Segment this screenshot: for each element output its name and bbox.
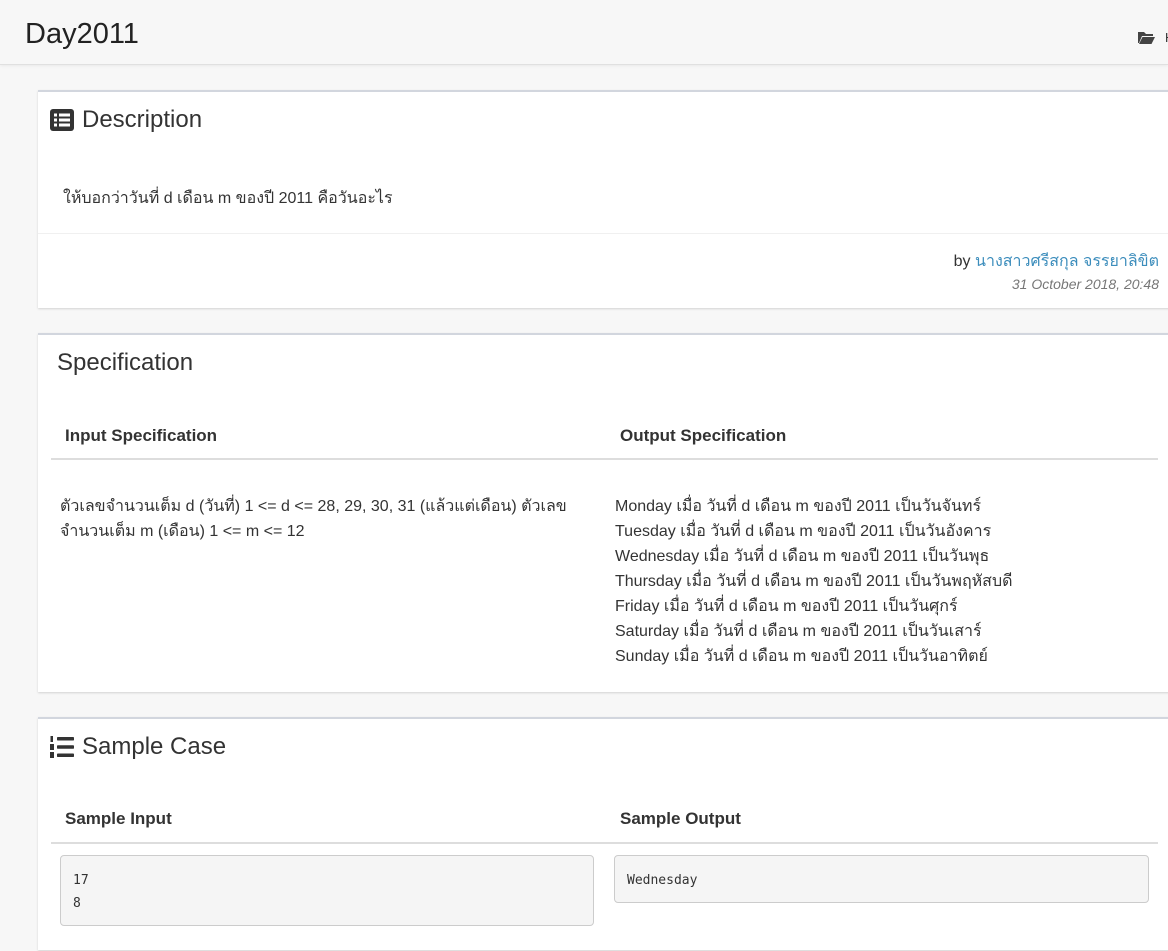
description-heading: Description	[50, 106, 202, 134]
output-spec-line: Tuesday เมื่อ วันที่ d เดือน m ของปี 201…	[615, 523, 992, 540]
specification-title: Specification	[57, 349, 194, 376]
sample-output-header: Sample Output	[620, 809, 741, 828]
author-link[interactable]: นางสาวศรีสกุล จรรยาลิขิต	[975, 253, 1159, 270]
breadcrumb[interactable]: H	[1138, 30, 1168, 45]
table-header-rule	[51, 458, 1158, 460]
table-header-rule	[51, 842, 1158, 844]
output-spec-line: Sunday เมื่อ วันที่ d เดือน m ของปี 2011…	[615, 648, 988, 665]
input-spec-header: Input Specification	[65, 426, 218, 445]
page-title: Day2011	[25, 18, 139, 50]
input-spec-line: ตัวเลขจำนวนเต็ม d (วันที่) 1 <= d <= 28,…	[60, 498, 567, 515]
output-spec-line: Friday เมื่อ วันที่ d เดือน m ของปี 2011…	[615, 598, 958, 615]
sample-title: Sample Case	[82, 733, 227, 760]
by-label: by	[953, 253, 971, 270]
output-spec-line: Wednesday เมื่อ วันที่ d เดือน m ของปี 2…	[615, 548, 990, 565]
description-title: Description	[82, 106, 203, 133]
post-date: 31 October 2018, 20:48	[1011, 276, 1159, 292]
input-spec-line: จำนวนเต็ม m (เดือน) 1 <= m <= 12	[60, 523, 305, 540]
sample-input-box[interactable]: 17 8	[60, 855, 594, 926]
description-panel: Description ให้บอกว่าวันที่ d เดือน m ขอ…	[38, 90, 1168, 308]
output-spec-text: Monday เมื่อ วันที่ d เดือน m ของปี 2011…	[615, 494, 1155, 669]
list-alt-icon	[50, 109, 74, 131]
sample-input-header: Sample Input	[65, 809, 172, 828]
input-spec-text: ตัวเลขจำนวนเต็ม d (วันที่) 1 <= d <= 28,…	[60, 494, 600, 544]
sample-heading: Sample Case	[50, 733, 226, 761]
output-spec-line: Thursday เมื่อ วันที่ d เดือน m ของปี 20…	[615, 573, 1013, 590]
divider	[38, 233, 1168, 234]
author-line: by นางสาวศรีสกุล จรรยาลิขิต	[954, 249, 1159, 274]
specification-panel: Specification Input Specification Output…	[38, 333, 1168, 692]
output-spec-line: Saturday เมื่อ วันที่ d เดือน m ของปี 20…	[615, 623, 982, 640]
sample-case-panel: Sample Case Sample Input Sample Output 1…	[38, 717, 1168, 950]
top-bar: Day2011 H	[0, 0, 1168, 65]
list-ol-icon	[50, 736, 74, 758]
sample-output-box[interactable]: Wednesday	[614, 855, 1149, 903]
description-text: ให้บอกว่าวันที่ d เดือน m ของปี 2011 คือ…	[63, 190, 393, 207]
output-spec-header: Output Specification	[620, 426, 787, 445]
folder-open-icon	[1138, 32, 1155, 44]
output-spec-line: Monday เมื่อ วันที่ d เดือน m ของปี 2011…	[615, 498, 982, 515]
